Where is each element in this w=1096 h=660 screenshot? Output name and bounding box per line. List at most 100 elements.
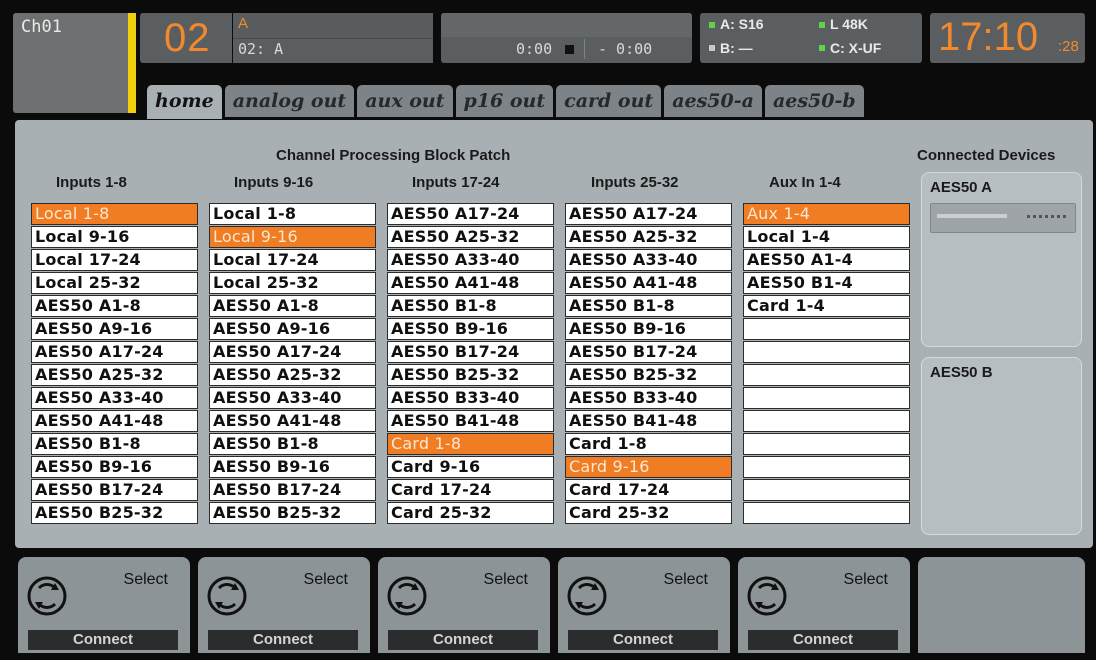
encoder-2[interactable]: Select Connect [198, 557, 370, 653]
patch-option[interactable]: Local 17-24 [209, 249, 376, 271]
patch-option[interactable]: AES50 A17-24 [31, 341, 198, 363]
encoder-select-label: Select [663, 571, 708, 588]
encoder-5[interactable]: Select Connect [738, 557, 910, 653]
device-aes50-b[interactable]: AES50 B [921, 357, 1082, 535]
channel-box[interactable]: Ch01 [13, 13, 136, 113]
patch-option[interactable]: Local 25-32 [209, 272, 376, 294]
patch-option[interactable]: Local 1-4 [743, 226, 910, 248]
patch-option[interactable]: AES50 A9-16 [31, 318, 198, 340]
patch-option[interactable]: Local 9-16 [209, 226, 376, 248]
patch-option[interactable]: Local 1-8 [31, 203, 198, 225]
patch-option[interactable]: AES50 B25-32 [209, 502, 376, 524]
patch-option[interactable]: AES50 B33-40 [387, 387, 554, 409]
tab-card-out[interactable]: card out [556, 85, 662, 117]
device-b-label: AES50 B [930, 364, 993, 381]
patch-option[interactable]: AES50 B17-24 [565, 341, 732, 363]
patch-option[interactable]: AES50 B1-8 [387, 295, 554, 317]
connect-button[interactable]: Connect [388, 630, 538, 650]
patch-option[interactable]: AES50 B9-16 [565, 318, 732, 340]
tab-aes50-a[interactable]: aes50-a [664, 85, 762, 117]
patch-option[interactable]: AES50 B41-48 [387, 410, 554, 432]
a-led-icon [709, 22, 715, 28]
patch-option[interactable]: AES50 B17-24 [31, 479, 198, 501]
patch-option[interactable]: AES50 A25-32 [209, 364, 376, 386]
patch-option-empty[interactable] [743, 341, 910, 363]
patch-option[interactable]: Card 25-32 [565, 502, 732, 524]
patch-option[interactable]: Card 9-16 [565, 456, 732, 478]
patch-option[interactable]: AES50 A25-32 [31, 364, 198, 386]
tab-home[interactable]: home [147, 85, 222, 119]
patch-option[interactable]: AES50 A25-32 [387, 226, 554, 248]
tab-aux-out[interactable]: aux out [357, 85, 453, 117]
encoder-select-label: Select [843, 571, 888, 588]
patch-option[interactable]: AES50 B25-32 [387, 364, 554, 386]
patch-option[interactable]: Card 1-4 [743, 295, 910, 317]
patch-option[interactable]: AES50 A33-40 [387, 249, 554, 271]
patch-option[interactable]: Local 25-32 [31, 272, 198, 294]
tab-p16-out[interactable]: p16 out [455, 85, 554, 117]
encoder-3[interactable]: Select Connect [378, 557, 550, 653]
patch-option[interactable]: Card 1-8 [387, 433, 554, 455]
patch-option[interactable]: Local 9-16 [31, 226, 198, 248]
patch-option[interactable]: AES50 A1-8 [209, 295, 376, 317]
connect-button[interactable]: Connect [208, 630, 358, 650]
column-header: Inputs 25-32 [591, 174, 679, 191]
patch-option[interactable]: Card 17-24 [387, 479, 554, 501]
patch-option[interactable]: AES50 B41-48 [565, 410, 732, 432]
patch-option[interactable]: AES50 B9-16 [209, 456, 376, 478]
patch-option[interactable]: AES50 B9-16 [31, 456, 198, 478]
patch-option[interactable]: Local 17-24 [31, 249, 198, 271]
tab-analog-out[interactable]: analog out [224, 85, 355, 117]
patch-option-empty[interactable] [743, 410, 910, 432]
patch-option[interactable]: AES50 A25-32 [565, 226, 732, 248]
connect-button[interactable]: Connect [28, 630, 178, 650]
patch-option-empty[interactable] [743, 364, 910, 386]
patch-option[interactable]: AES50 A41-48 [209, 410, 376, 432]
patch-option[interactable]: AES50 A41-48 [387, 272, 554, 294]
patch-option[interactable]: AES50 B1-4 [743, 272, 910, 294]
tab-aes50-b[interactable]: aes50-b [764, 85, 864, 117]
patch-option[interactable]: Card 1-8 [565, 433, 732, 455]
device-aes50-a[interactable]: AES50 A [921, 172, 1082, 347]
patch-option[interactable]: AES50 A17-24 [565, 203, 732, 225]
patch-option[interactable]: Card 9-16 [387, 456, 554, 478]
patch-option[interactable]: AES50 A41-48 [31, 410, 198, 432]
patch-option-empty[interactable] [743, 479, 910, 501]
patch-list-aux-in-1-4: Aux 1-4 Local 1-4 AES50 A1-4 AES50 B1-4 Card… [743, 203, 910, 525]
patch-option[interactable]: AES50 B1-8 [565, 295, 732, 317]
patch-option[interactable]: AES50 A33-40 [209, 387, 376, 409]
patch-option[interactable]: Aux 1-4 [743, 203, 910, 225]
clock-box: 17:10 :28 [930, 13, 1085, 63]
patch-option-empty[interactable] [743, 387, 910, 409]
patch-option[interactable]: AES50 B9-16 [387, 318, 554, 340]
patch-option[interactable]: Card 17-24 [565, 479, 732, 501]
patch-list-inputs-9-16: Local 1-8 Local 9-16 Local 17-24 Local 25-3… [209, 203, 376, 525]
patch-option[interactable]: AES50 A17-24 [209, 341, 376, 363]
patch-option-empty[interactable] [743, 433, 910, 455]
encoder-6[interactable] [918, 557, 1085, 653]
patch-option[interactable]: AES50 B1-8 [31, 433, 198, 455]
patch-option[interactable]: AES50 B17-24 [387, 341, 554, 363]
patch-option[interactable]: Local 1-8 [209, 203, 376, 225]
patch-option[interactable]: Card 25-32 [387, 502, 554, 524]
patch-option[interactable]: AES50 A33-40 [31, 387, 198, 409]
connect-button[interactable]: Connect [568, 630, 718, 650]
patch-option[interactable]: AES50 A9-16 [209, 318, 376, 340]
patch-option[interactable]: AES50 A1-8 [31, 295, 198, 317]
patch-option[interactable]: AES50 A41-48 [565, 272, 732, 294]
connect-button[interactable]: Connect [748, 630, 898, 650]
encoder-1[interactable]: Select Connect [18, 557, 190, 653]
patch-option-empty[interactable] [743, 456, 910, 478]
patch-option-empty[interactable] [743, 502, 910, 524]
patch-option[interactable]: AES50 A33-40 [565, 249, 732, 271]
patch-option[interactable]: AES50 B33-40 [565, 387, 732, 409]
encoder-4[interactable]: Select Connect [558, 557, 730, 653]
patch-option[interactable]: AES50 B1-8 [209, 433, 376, 455]
patch-option[interactable]: AES50 B17-24 [209, 479, 376, 501]
channel-number: 02 [164, 16, 211, 60]
patch-option[interactable]: AES50 B25-32 [31, 502, 198, 524]
patch-option-empty[interactable] [743, 318, 910, 340]
patch-option[interactable]: AES50 B25-32 [565, 364, 732, 386]
patch-option[interactable]: AES50 A17-24 [387, 203, 554, 225]
patch-option[interactable]: AES50 A1-4 [743, 249, 910, 271]
